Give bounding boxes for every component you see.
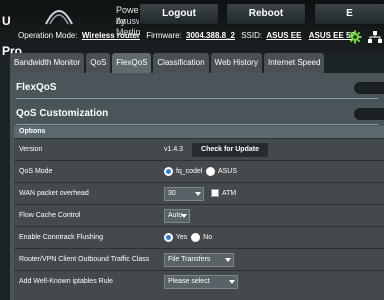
tab-bar: Bandwidth Monitor QoS FlexQoS Classifica… (10, 53, 326, 73)
section-divider (16, 124, 378, 125)
atm-label: ATM (222, 190, 237, 197)
flow-cache-select[interactable]: Auto (164, 209, 190, 223)
conntrack-no-radio[interactable] (191, 232, 201, 242)
iptables-rule-label: Add Well-Known iptables Rule (19, 278, 114, 285)
tab-bandwidth-monitor[interactable]: Bandwidth Monitor (10, 53, 85, 73)
conntrack-no-label: No (203, 234, 213, 241)
outbound-class-select[interactable]: File Transfers (164, 253, 234, 267)
table-row: Add Well-Known iptables Rule Please sele… (14, 270, 384, 292)
status-line: Operation Mode: Wireless router Firmware… (0, 28, 384, 48)
op-mode-label: Operation Mode: (18, 31, 78, 40)
gear-icon[interactable] (348, 30, 362, 44)
flow-cache-cell: Auto (164, 205, 224, 227)
table-row: Flow Cache Control Auto (14, 204, 384, 226)
chevron-down-icon (181, 214, 187, 218)
ssid-label: SSID: (241, 31, 263, 40)
chevron-down-icon (229, 280, 235, 284)
customization-collapse-toggle[interactable] (354, 108, 384, 120)
iptables-rule-value: Please select (168, 278, 210, 285)
qos-mode-options: fq_codel ASUS (164, 161, 237, 183)
options-header: Options (14, 126, 384, 138)
qos-customization-title: QoS Customization (16, 108, 109, 119)
tab-web-history[interactable]: Web History (210, 53, 262, 73)
conntrack-options: Yes No (164, 227, 212, 249)
wan-overhead-select[interactable]: 30 (164, 187, 204, 201)
section-divider (16, 98, 378, 99)
check-for-update-button[interactable]: Check for Update (192, 143, 268, 157)
iptables-rule-select[interactable]: Please select (164, 275, 238, 289)
tab-flexqos[interactable]: FlexQoS (112, 53, 152, 73)
version-value-cell: v1.4.3 Check for Update (164, 139, 268, 161)
firmware-label: Firmware: (146, 31, 182, 40)
flexqos-panel: FlexQoS QoS Customization Options Versio… (10, 73, 384, 300)
tab-internet-speed[interactable]: Internet Speed (263, 53, 325, 73)
outbound-class-cell: File Transfers (164, 249, 264, 271)
atm-checkbox[interactable] (211, 189, 219, 197)
iptables-rule-cell: Please select (164, 271, 264, 293)
flexqos-title: FlexQoS (16, 82, 57, 93)
wan-overhead-label: WAN packet overhead (19, 190, 89, 197)
version-value: v1.4.3 (164, 146, 184, 153)
asus-label: ASUS (217, 168, 237, 175)
ssid-link-1[interactable]: ASUS EE (266, 31, 301, 40)
conntrack-yes-radio[interactable] (164, 232, 173, 242)
asus-radio[interactable] (206, 166, 216, 176)
chevron-down-icon (225, 258, 231, 262)
firmware-link[interactable]: 3004.388.8_2 (186, 31, 235, 40)
logo-arc-icon (45, 10, 73, 25)
options-table: Options Version v1.4.3 Check for Update … (14, 126, 384, 300)
version-label: Version (19, 146, 43, 153)
tab-qos[interactable]: QoS (86, 53, 111, 73)
conntrack-label: Enable Conntrack Flushing (19, 234, 104, 241)
wan-overhead-cell: 30 ATM (164, 183, 284, 205)
language-button[interactable]: E (314, 3, 384, 25)
table-row: WAN packet overhead 30 ATM (14, 182, 384, 204)
table-row: QoS Mode fq_codel ASUS (14, 160, 384, 182)
table-row: Enable Conntrack Flushing Yes No (14, 226, 384, 248)
outbound-class-value: File Transfers (168, 256, 211, 263)
table-row: Version v1.4.3 Check for Update (14, 138, 384, 160)
flow-cache-label: Flow Cache Control (19, 212, 81, 219)
tab-classification[interactable]: Classification (153, 53, 209, 73)
qos-mode-label: QoS Mode (19, 168, 53, 175)
wan-overhead-value: 30 (168, 190, 176, 197)
chevron-down-icon (195, 192, 201, 196)
logout-button[interactable]: Logout (139, 3, 219, 25)
network-icon[interactable] (368, 30, 382, 44)
reboot-button[interactable]: Reboot (226, 3, 306, 25)
conntrack-yes-label: Yes (175, 234, 188, 241)
outbound-class-label: Router/VPN Client Outbound Traffic Class (19, 256, 150, 263)
op-mode-link[interactable]: Wireless router (82, 31, 140, 40)
fq-codel-radio[interactable] (164, 166, 173, 176)
table-row: Router/VPN Client Outbound Traffic Class… (14, 248, 384, 270)
flexqos-collapse-toggle[interactable] (354, 82, 384, 94)
fq-codel-label: fq_codel (175, 168, 203, 175)
